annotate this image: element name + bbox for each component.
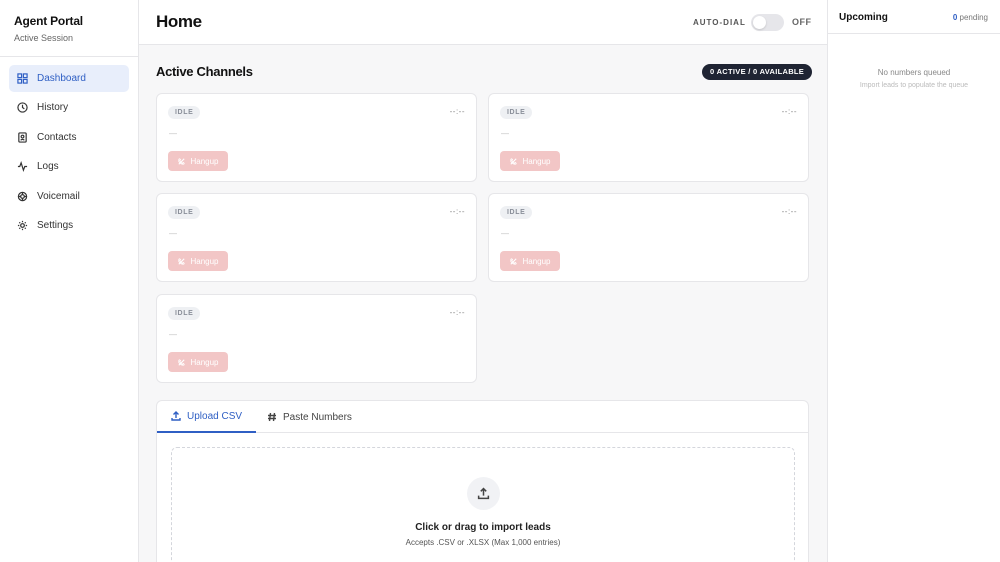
sidebar-item-label: Voicemail (37, 190, 80, 202)
top-header: Home AUTO-DIAL OFF (139, 0, 827, 45)
clock-icon (17, 102, 28, 114)
autodial-label: AUTO-DIAL (693, 18, 746, 27)
toggle-knob (753, 16, 766, 29)
sidebar-item-label: Logs (37, 161, 59, 173)
hangup-label: Hangup (190, 256, 219, 266)
pending-count: 0 (952, 13, 958, 22)
sidebar: Agent Portal Active Session Dashboard Hi… (0, 0, 139, 562)
phone-off-icon (178, 257, 186, 265)
sidebar-item-dashboard[interactable]: Dashboard (9, 65, 129, 92)
tab-upload-csv[interactable]: Upload CSV (157, 401, 257, 433)
channel-card: IDLE --:-- — Hangup (156, 193, 477, 282)
upload-icon (477, 487, 490, 500)
channel-number: — (501, 129, 509, 138)
upcoming-header: Upcoming 0 pending (828, 0, 1000, 34)
sidebar-item-settings[interactable]: Settings (9, 212, 129, 239)
hangup-button[interactable]: Hangup (168, 151, 228, 171)
sidebar-item-logs[interactable]: Logs (9, 153, 129, 180)
hangup-button[interactable]: Hangup (500, 251, 560, 271)
channel-number: — (169, 330, 177, 339)
contact-book-icon (18, 132, 27, 143)
sidebar-item-label: Dashboard (37, 73, 86, 84)
hangup-button[interactable]: Hangup (168, 352, 228, 372)
import-panel: Upload CSV Paste Numbers Click or drag t… (156, 400, 809, 562)
gear-icon (17, 220, 28, 231)
section-title: Active Channels (156, 64, 253, 79)
phone-off-icon (178, 157, 186, 165)
dropzone-hint: Accepts .CSV or .XLSX (Max 1,000 entries… (405, 538, 561, 547)
hash-icon (268, 412, 276, 422)
phone-off-icon (178, 358, 186, 366)
call-timer: --:-- (449, 207, 465, 216)
phone-off-icon (510, 257, 518, 265)
hangup-button[interactable]: Hangup (500, 151, 560, 171)
hangup-label: Hangup (522, 156, 551, 166)
tab-label: Upload CSV (187, 410, 243, 422)
dropzone-title: Click or drag to import leads (415, 522, 551, 533)
sidebar-item-label: History (37, 102, 69, 114)
upload-icon (171, 411, 181, 421)
import-tabs: Upload CSV Paste Numbers (157, 401, 808, 433)
sidebar-item-voicemail[interactable]: Voicemail (9, 183, 129, 210)
main-content: Active Channels 0 ACTIVE / 0 AVAILABLE I… (139, 46, 827, 562)
channel-number: — (169, 229, 177, 238)
session-status: Active Session (14, 33, 74, 43)
sidebar-item-label: Settings (37, 219, 74, 231)
upcoming-title: Upcoming (839, 12, 888, 23)
hangup-button[interactable]: Hangup (168, 251, 228, 271)
page-title: Home (156, 12, 202, 31)
call-timer: --:-- (781, 207, 797, 216)
channel-card: IDLE --:-- — Hangup (156, 93, 477, 182)
app-title: Agent Portal (14, 14, 83, 28)
activity-icon (17, 161, 28, 173)
channel-number: — (501, 229, 509, 238)
channel-card: IDLE --:-- — Hangup (488, 193, 809, 282)
sidebar-nav: Dashboard History Contacts Logs Voicemai… (0, 57, 138, 239)
empty-state-title: No numbers queued (877, 68, 951, 77)
autodial-state: OFF (792, 17, 812, 27)
sidebar-item-history[interactable]: History (9, 94, 129, 121)
status-badge: IDLE (168, 106, 201, 119)
grid-icon (17, 73, 28, 84)
channel-card: IDLE --:-- — Hangup (488, 93, 809, 182)
status-badge: IDLE (500, 106, 533, 119)
status-badge: IDLE (500, 206, 533, 219)
call-timer: --:-- (449, 308, 465, 317)
tab-label: Paste Numbers (283, 411, 352, 423)
channels-count-badge: 0 ACTIVE / 0 AVAILABLE (702, 64, 813, 80)
brand: Agent Portal Active Session (0, 0, 138, 57)
channel-number: — (169, 129, 177, 138)
status-badge: IDLE (168, 206, 201, 219)
empty-state-hint: Import leads to populate the queue (859, 82, 969, 89)
tab-paste-numbers[interactable]: Paste Numbers (253, 401, 366, 433)
hangup-label: Hangup (190, 357, 219, 367)
upcoming-panel: Upcoming 0 pending No numbers queued Imp… (827, 0, 1000, 562)
voicemail-icon (17, 191, 28, 201)
file-dropzone[interactable]: Click or drag to import leads Accepts .C… (171, 447, 795, 562)
hangup-label: Hangup (190, 156, 219, 166)
call-timer: --:-- (449, 107, 465, 116)
sidebar-item-contacts[interactable]: Contacts (9, 124, 129, 151)
pending-label: pending (959, 13, 988, 22)
channel-card: IDLE --:-- — Hangup (156, 294, 477, 383)
hangup-label: Hangup (522, 256, 551, 266)
sidebar-item-label: Contacts (37, 131, 77, 143)
pending-indicator: 0 pending (953, 13, 988, 22)
call-timer: --:-- (781, 107, 797, 116)
phone-off-icon (510, 157, 518, 165)
status-badge: IDLE (168, 307, 201, 320)
autodial-toggle[interactable] (751, 14, 784, 31)
upload-button[interactable] (467, 477, 500, 510)
